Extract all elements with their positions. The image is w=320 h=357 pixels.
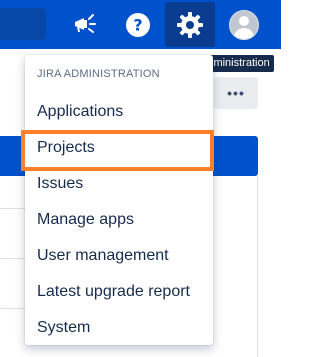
background-divider bbox=[0, 308, 28, 309]
menu-item-applications[interactable]: Applications bbox=[25, 95, 213, 129]
jira-page: ? Administration ••• JIRA ADMINISTRATION… bbox=[0, 0, 281, 357]
menu-item-system[interactable]: System bbox=[25, 311, 213, 345]
avatar bbox=[229, 10, 259, 40]
top-navigation-bar: ? bbox=[0, 0, 281, 49]
admin-dropdown-menu: JIRA ADMINISTRATION Applications Project… bbox=[25, 55, 213, 345]
svg-text:?: ? bbox=[133, 16, 142, 35]
gear-icon[interactable] bbox=[165, 2, 215, 47]
menu-item-issues[interactable]: Issues bbox=[25, 167, 213, 201]
background-panel-border bbox=[257, 176, 258, 357]
background-divider bbox=[0, 208, 28, 209]
search-input[interactable] bbox=[0, 8, 46, 40]
menu-item-latest-upgrade-report[interactable]: Latest upgrade report bbox=[25, 275, 213, 309]
dropdown-heading: JIRA ADMINISTRATION bbox=[37, 68, 160, 80]
menu-item-user-management[interactable]: User management bbox=[25, 239, 213, 273]
avatar-icon[interactable] bbox=[226, 7, 262, 43]
projects-highlight-box bbox=[21, 130, 214, 171]
megaphone-icon[interactable] bbox=[67, 7, 103, 43]
menu-item-manage-apps[interactable]: Manage apps bbox=[25, 203, 213, 237]
more-actions-button[interactable]: ••• bbox=[214, 77, 258, 109]
help-icon[interactable]: ? bbox=[120, 7, 156, 43]
background-divider bbox=[0, 258, 28, 259]
